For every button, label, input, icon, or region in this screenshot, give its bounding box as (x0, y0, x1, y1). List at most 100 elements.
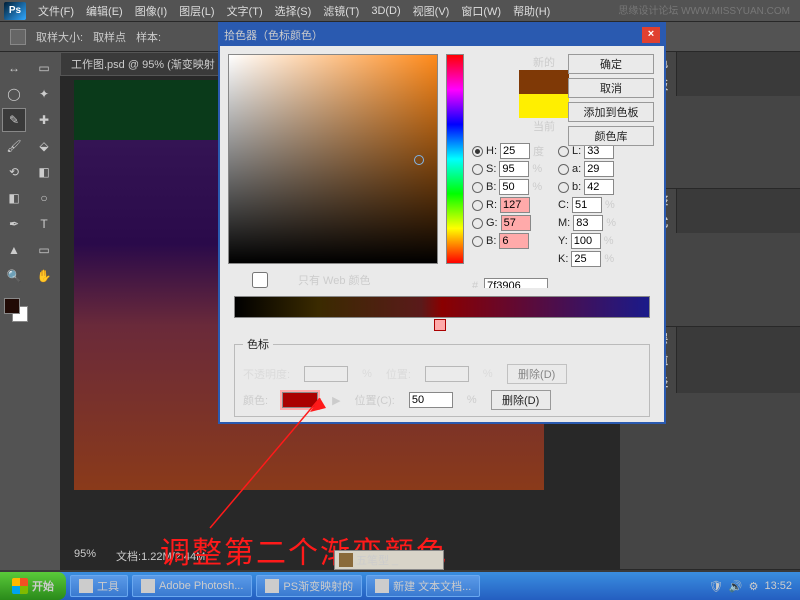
y-input[interactable] (571, 233, 601, 249)
heal-tool-icon[interactable]: ✚ (32, 108, 56, 132)
k-input[interactable] (571, 251, 601, 267)
close-icon[interactable]: × (642, 27, 660, 43)
g-input[interactable] (501, 215, 531, 231)
bv-input[interactable] (499, 179, 529, 195)
wand-tool-icon[interactable]: ✦ (32, 82, 56, 106)
lab-b-radio[interactable] (558, 182, 569, 193)
toolbox-col2: ▭ ✦ ✚ ⬙ ◧ ○ T ▭ ✋ (30, 52, 60, 570)
m-input[interactable] (573, 215, 603, 231)
r-label: R: (486, 199, 497, 211)
l-radio[interactable] (558, 146, 569, 157)
menu-file[interactable]: 文件(F) (32, 3, 80, 19)
ok-button[interactable]: 确定 (568, 54, 654, 74)
ime-bar[interactable]: 五笔型 _ (334, 550, 444, 570)
shape-tool-icon[interactable]: ▭ (32, 238, 56, 262)
h-radio[interactable] (472, 146, 483, 157)
foreground-swatch[interactable] (4, 298, 20, 314)
pos2-input[interactable] (409, 392, 453, 408)
s-radio[interactable] (472, 164, 483, 175)
taskbar: 开始 工具 Adobe Photosh... PS渐变映射的 新建 文本文档..… (0, 572, 800, 600)
menu-edit[interactable]: 编辑(E) (80, 3, 129, 19)
lasso-tool-icon[interactable]: ◯ (2, 82, 26, 106)
delete2-button[interactable]: 删除(D) (491, 390, 551, 410)
brush-tool-icon[interactable]: 🖌 (2, 134, 26, 158)
r-radio[interactable] (472, 200, 483, 211)
gradient-tool-icon[interactable]: ◧ (2, 186, 26, 210)
clock[interactable]: 13:52 (764, 580, 792, 592)
b-input[interactable] (499, 233, 529, 249)
tray-icon[interactable]: 🛡 (709, 580, 723, 593)
document-tab[interactable]: 工作图.psd @ 95% (渐变映射 (60, 52, 226, 76)
stamp-tool-icon[interactable]: ⬙ (32, 134, 56, 158)
hue-slider[interactable] (446, 54, 464, 264)
color-cursor-icon[interactable] (414, 155, 424, 165)
taskbar-item[interactable]: Adobe Photosh... (132, 575, 252, 597)
r-input[interactable] (500, 197, 530, 213)
menu-filter[interactable]: 滤镜(T) (317, 3, 365, 19)
pos1-label: 位置: (386, 366, 411, 382)
b-radio[interactable] (472, 236, 483, 247)
menu-select[interactable]: 选择(S) (269, 3, 318, 19)
pos2-label: 位置(C): (355, 392, 395, 408)
web-only-checkbox[interactable] (228, 272, 292, 288)
tray-icon[interactable]: ⚙ (749, 580, 759, 593)
k-label: K: (558, 253, 568, 265)
bv-radio[interactable] (472, 182, 483, 193)
dialog-title: 拾色器（色标颜色） (224, 27, 323, 43)
color-lib-button[interactable]: 颜色库 (568, 126, 654, 146)
system-tray[interactable]: 🛡 🔊 ⚙ 13:52 (701, 580, 800, 593)
pen-tool-icon[interactable]: ✒ (2, 212, 26, 236)
taskbar-item[interactable]: 新建 文本文档... (366, 575, 480, 597)
stop-color-label: 颜色: (243, 392, 268, 408)
path-select-icon[interactable]: ▲ (2, 238, 26, 262)
ime-min-icon[interactable]: _ (392, 554, 398, 566)
c-input[interactable] (572, 197, 602, 213)
h-input[interactable] (500, 143, 530, 159)
stop-color-swatch[interactable] (282, 392, 318, 408)
color-swatches[interactable] (2, 296, 28, 322)
zoom-value[interactable]: 95% (74, 548, 96, 564)
color-field[interactable] (228, 54, 438, 264)
move-tool-icon[interactable]: ↔ (2, 56, 26, 80)
add-swatch-button[interactable]: 添加到色板 (568, 102, 654, 122)
tray-icon[interactable]: 🔊 (729, 580, 743, 593)
history-brush-icon[interactable]: ⟲ (2, 160, 26, 184)
zoom-tool-icon[interactable]: 🔍 (2, 264, 26, 288)
menu-window[interactable]: 窗口(W) (455, 3, 507, 19)
hand-tool-icon[interactable]: ✋ (32, 264, 56, 288)
s-input[interactable] (499, 161, 529, 177)
taskbar-item[interactable]: PS渐变映射的 (256, 575, 362, 597)
type-tool-icon[interactable]: T (32, 212, 56, 236)
marquee-tool-icon[interactable]: ▭ (32, 56, 56, 80)
g-radio[interactable] (472, 218, 483, 229)
cancel-button[interactable]: 取消 (568, 78, 654, 98)
menu-image[interactable]: 图像(I) (129, 3, 173, 19)
eraser-tool-icon[interactable]: ◧ (32, 160, 56, 184)
dodge-tool-icon[interactable]: ○ (32, 186, 56, 210)
eyedropper-icon[interactable] (10, 29, 26, 45)
menu-view[interactable]: 视图(V) (407, 3, 456, 19)
ime-label: 五笔型 (356, 552, 389, 568)
eyedropper-tool-icon[interactable]: ✎ (2, 108, 26, 132)
menu-help[interactable]: 帮助(H) (507, 3, 556, 19)
menu-layer[interactable]: 图层(L) (173, 3, 220, 19)
a-radio[interactable] (558, 164, 569, 175)
opacity-unit: % (362, 368, 372, 380)
start-button[interactable]: 开始 (0, 572, 66, 600)
m-unit: % (606, 217, 616, 229)
text-file-icon (375, 579, 389, 593)
menu-3d[interactable]: 3D(D) (365, 5, 406, 17)
a-input[interactable] (584, 161, 614, 177)
chevron-right-icon[interactable]: ▶ (332, 394, 340, 407)
new-color-swatch (519, 70, 569, 94)
menu-type[interactable]: 文字(T) (221, 3, 269, 19)
gradient-bar[interactable] (234, 296, 650, 318)
y-unit: % (604, 235, 614, 247)
dialog-titlebar[interactable]: 拾色器（色标颜色） × (220, 24, 664, 46)
gradient-editor-section: 色标 不透明度: % 位置: % 删除(D) 颜色: ▶ 位置(C): % 删除… (218, 288, 666, 424)
current-color-swatch[interactable] (519, 94, 569, 118)
taskbar-item[interactable]: 工具 (70, 575, 128, 597)
sample-size-value[interactable]: 取样点 (93, 29, 126, 45)
lab-b-input[interactable] (584, 179, 614, 195)
gradient-stop-marker[interactable] (434, 319, 446, 331)
